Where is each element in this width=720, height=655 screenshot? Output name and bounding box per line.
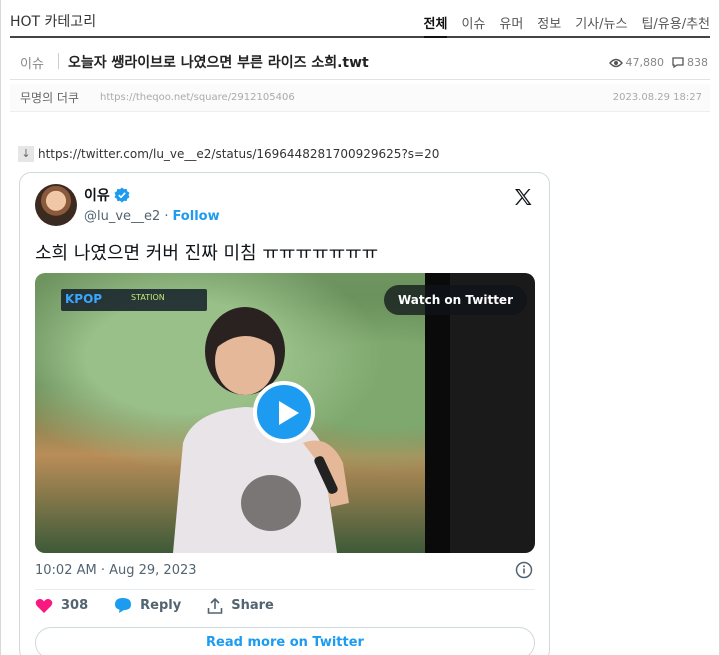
avatar[interactable] — [35, 184, 77, 226]
category-bar: HOT 카테고리 전체 이슈 유머 정보 기사/뉴스 팁/유용/추천 — [10, 6, 710, 38]
post-url[interactable]: https://theqoo.net/square/2912105406 — [100, 92, 295, 103]
tab-humor[interactable]: 유머 — [499, 13, 523, 38]
embedded-link[interactable]: https://twitter.com/lu_ve__e2/status/169… — [38, 147, 439, 161]
tweet-name-row: 이유 — [84, 185, 130, 205]
tweet-text: 소희 나였으면 커버 진짜 미침 ㅠㅠㅠㅠㅠㅠㅠ — [35, 243, 379, 264]
heart-icon — [35, 598, 53, 613]
comments-stat[interactable]: 838 — [672, 56, 708, 69]
tab-info[interactable]: 정보 — [537, 13, 561, 38]
divider — [58, 53, 59, 69]
views-stat: 47,880 — [608, 56, 665, 69]
post-date: 2023.08.29 18:27 — [612, 92, 702, 103]
frame-left-border — [0, 0, 1, 655]
comment-icon — [672, 57, 684, 68]
play-button[interactable] — [253, 381, 315, 443]
tweet-divider — [35, 589, 535, 590]
post-title: 오늘자 쌩라이브로 나였으면 부른 라이즈 소희.twt — [68, 55, 369, 71]
views-count: 47,880 — [625, 56, 665, 69]
tweet-timestamp[interactable]: 10:02 AM · Aug 29, 2023 — [35, 563, 197, 578]
tweet-actions: 308 Reply Share — [35, 597, 300, 614]
like-button[interactable]: 308 — [35, 598, 88, 614]
category-title: HOT 카테고리 — [10, 14, 97, 30]
reply-button[interactable]: Reply — [114, 597, 181, 614]
post-stats: 47,880 838 — [601, 56, 708, 69]
post-title-row: 이슈 오늘자 쌩라이브로 나였으면 부른 라이즈 소희.twt 47,880 8… — [10, 46, 710, 80]
post-category-label[interactable]: 이슈 — [20, 53, 44, 72]
watch-on-twitter-button[interactable]: Watch on Twitter — [383, 285, 527, 315]
post-meta-row: 무명의 더쿠 https://theqoo.net/square/2912105… — [10, 84, 710, 112]
play-icon — [279, 401, 299, 425]
share-icon — [207, 597, 223, 614]
tweet-handle[interactable]: @lu_ve__e2 — [84, 209, 160, 224]
eye-icon — [608, 58, 623, 67]
video-brand: KPOP — [65, 292, 103, 306]
reply-bubble-icon — [115, 598, 132, 613]
info-icon[interactable] — [515, 561, 533, 579]
x-logo-icon[interactable] — [513, 187, 533, 207]
share-button[interactable]: Share — [207, 597, 274, 614]
comments-count: 838 — [687, 56, 708, 69]
tab-tips[interactable]: 팁/유용/추천 — [641, 13, 710, 38]
arrow-down-icon: ↓ — [18, 146, 34, 162]
tab-news[interactable]: 기사/뉴스 — [575, 13, 627, 38]
embedded-link-line: ↓ https://twitter.com/lu_ve__e2/status/1… — [18, 146, 439, 162]
share-label: Share — [231, 598, 274, 613]
tab-all[interactable]: 전체 — [423, 13, 448, 38]
verified-badge-icon — [114, 187, 130, 203]
tweet-embed: 이유 @lu_ve__e2 · Follow 소희 나였으면 커버 진짜 미침 … — [19, 172, 550, 655]
like-count: 308 — [61, 598, 89, 613]
reply-label: Reply — [140, 598, 182, 613]
follow-button[interactable]: Follow — [172, 209, 219, 224]
author-name: 무명의 더쿠 — [20, 91, 80, 105]
read-more-button[interactable]: Read more on Twitter — [35, 627, 535, 655]
separator-dot: · — [164, 209, 169, 224]
tweet-display-name[interactable]: 이유 — [84, 185, 110, 205]
tab-issue[interactable]: 이슈 — [461, 13, 485, 38]
tweet-video[interactable]: KPOP STATION Watch on Twitter — [35, 273, 535, 553]
category-nav: 전체 이슈 유머 정보 기사/뉴스 팁/유용/추천 — [410, 13, 710, 38]
tweet-handle-row: @lu_ve__e2 · Follow — [84, 209, 220, 224]
